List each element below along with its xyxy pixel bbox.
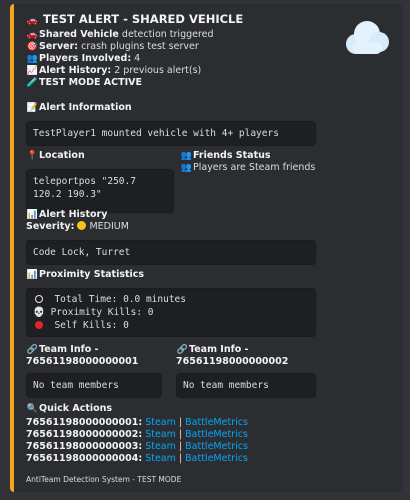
- car-icon: 🚗: [26, 30, 39, 40]
- desc-line-vehicle: 🚗Shared Vehicle detection triggered: [26, 29, 392, 41]
- stopwatch-icon: [35, 295, 43, 303]
- alert-info-code: TestPlayer1 mounted vehicle with 4+ play…: [26, 121, 316, 146]
- steam-id: 76561198000000004:: [26, 453, 143, 464]
- link-icon: 🔗: [26, 345, 39, 355]
- prox-row: Proximity Kills: 0: [50, 307, 154, 318]
- embed-title: 🚗 TEST ALERT - SHARED VEHICLE: [26, 10, 392, 28]
- desc-value: detection triggered: [118, 29, 214, 40]
- quick-action-row: 76561198000000001: Steam | BattleMetrics: [26, 417, 248, 429]
- field-name: Quick Actions: [39, 403, 113, 414]
- target-icon: 🎯: [26, 42, 39, 52]
- desc-label: Shared Vehicle: [39, 29, 119, 40]
- embed-title-text: TEST ALERT - SHARED VEHICLE: [43, 12, 244, 26]
- yellow-circle-icon: [77, 221, 87, 230]
- separator: |: [175, 441, 186, 452]
- field-friends: 👥Friends Status 👥Players are Steam frien…: [180, 150, 315, 174]
- quick-action-row: 76561198000000002: Steam | BattleMetrics: [26, 429, 248, 441]
- desc-value: crash plugins test server: [78, 41, 199, 52]
- separator: |: [175, 429, 186, 440]
- team1-id: 76561198000000001: [26, 356, 139, 367]
- desc-label: Alert History:: [39, 65, 112, 76]
- steam-id: 76561198000000001:: [26, 417, 143, 428]
- friends-value: Players are Steam friends: [193, 162, 316, 173]
- desc-line-players: 👥Players Involved: 4: [26, 53, 392, 65]
- test-tube-icon: 🧪: [26, 78, 39, 88]
- field-name: Friends Status: [193, 150, 271, 161]
- field-name: Team Info -: [39, 344, 99, 355]
- battlemetrics-link[interactable]: BattleMetrics: [185, 441, 248, 452]
- separator: |: [175, 453, 186, 464]
- alert-embed: 🚗 TEST ALERT - SHARED VEHICLE 🚗Shared Ve…: [10, 4, 402, 492]
- team2-id: 76561198000000002: [176, 356, 289, 367]
- quick-action-row: 76561198000000003: Steam | BattleMetrics: [26, 441, 248, 453]
- field-name: Proximity Statistics: [39, 269, 145, 280]
- car-icon: 🚗: [26, 16, 39, 26]
- field-name: Alert Information: [39, 102, 132, 113]
- players-icon: 👥: [180, 163, 193, 173]
- team2-code: No team members: [176, 373, 316, 398]
- steam-link[interactable]: Steam: [145, 417, 176, 428]
- desc-label: Server:: [39, 41, 79, 52]
- steam-id: 76561198000000002:: [26, 429, 143, 440]
- players-icon: 👥: [180, 151, 193, 161]
- desc-label: Players Involved:: [39, 53, 132, 64]
- memo-icon: 📝: [26, 103, 39, 113]
- bar-chart-icon: 📊: [26, 270, 39, 280]
- quick-action-row: 76561198000000004: Steam | BattleMetrics: [26, 453, 248, 465]
- desc-label: TEST MODE ACTIVE: [39, 77, 142, 88]
- field-location: 📍Location: [26, 150, 85, 162]
- desc-line-history: 📈Alert History: 2 previous alert(s): [26, 65, 392, 77]
- desc-line-testmode: 🧪TEST MODE ACTIVE: [26, 77, 392, 89]
- red-circle-icon: [35, 321, 43, 329]
- chart-up-icon: 📈: [26, 66, 39, 76]
- proximity-code: Total Time: 0.0 minutes 💀 Proximity Kill…: [26, 288, 316, 337]
- field-name: Alert History: [39, 209, 108, 220]
- pin-icon: 📍: [26, 151, 39, 161]
- cloud-icon: [346, 21, 389, 54]
- field-team2: 🔗Team Info - 76561198000000002: [176, 344, 288, 368]
- desc-value: 4: [131, 53, 141, 64]
- field-name: Team Info -: [189, 344, 249, 355]
- history-code: Code Lock, Turret: [26, 240, 316, 265]
- field-name: Location: [39, 150, 85, 161]
- bar-chart-icon: 📊: [26, 210, 39, 220]
- magnifier-icon: 🔍: [26, 404, 39, 414]
- separator: |: [175, 417, 186, 428]
- field-alert-info: 📝Alert Information: [26, 102, 132, 114]
- desc-value: 2 previous alert(s): [111, 65, 202, 76]
- steam-link[interactable]: Steam: [145, 453, 176, 464]
- steam-link[interactable]: Steam: [145, 441, 176, 452]
- link-icon: 🔗: [176, 345, 189, 355]
- battlemetrics-link[interactable]: BattleMetrics: [185, 453, 248, 464]
- players-icon: 👥: [26, 54, 39, 64]
- location-code: teleportpos "250.7 120.2 190.3": [26, 169, 174, 213]
- field-team1: 🔗Team Info - 76561198000000001: [26, 344, 138, 368]
- field-quick-actions: 🔍Quick Actions 76561198000000001: Steam …: [26, 403, 248, 465]
- embed-footer: AntiTeam Detection System - TEST MODE: [26, 475, 182, 484]
- field-history: 📊Alert History Severity: MEDIUM: [26, 209, 129, 233]
- field-proximity: 📊Proximity Statistics: [26, 269, 144, 281]
- prox-row: Total Time: 0.0 minutes: [54, 294, 187, 305]
- battlemetrics-link[interactable]: BattleMetrics: [185, 417, 248, 428]
- severity-label: Severity:: [26, 221, 75, 232]
- battlemetrics-link[interactable]: BattleMetrics: [185, 429, 248, 440]
- steam-link[interactable]: Steam: [145, 429, 176, 440]
- team1-code: No team members: [26, 373, 162, 398]
- prox-row: Self Kills: 0: [54, 320, 129, 331]
- skull-icon: 💀: [33, 307, 45, 318]
- severity-value: MEDIUM: [89, 221, 129, 232]
- desc-line-server: 🎯Server: crash plugins test server: [26, 41, 392, 53]
- steam-id: 76561198000000003:: [26, 441, 143, 452]
